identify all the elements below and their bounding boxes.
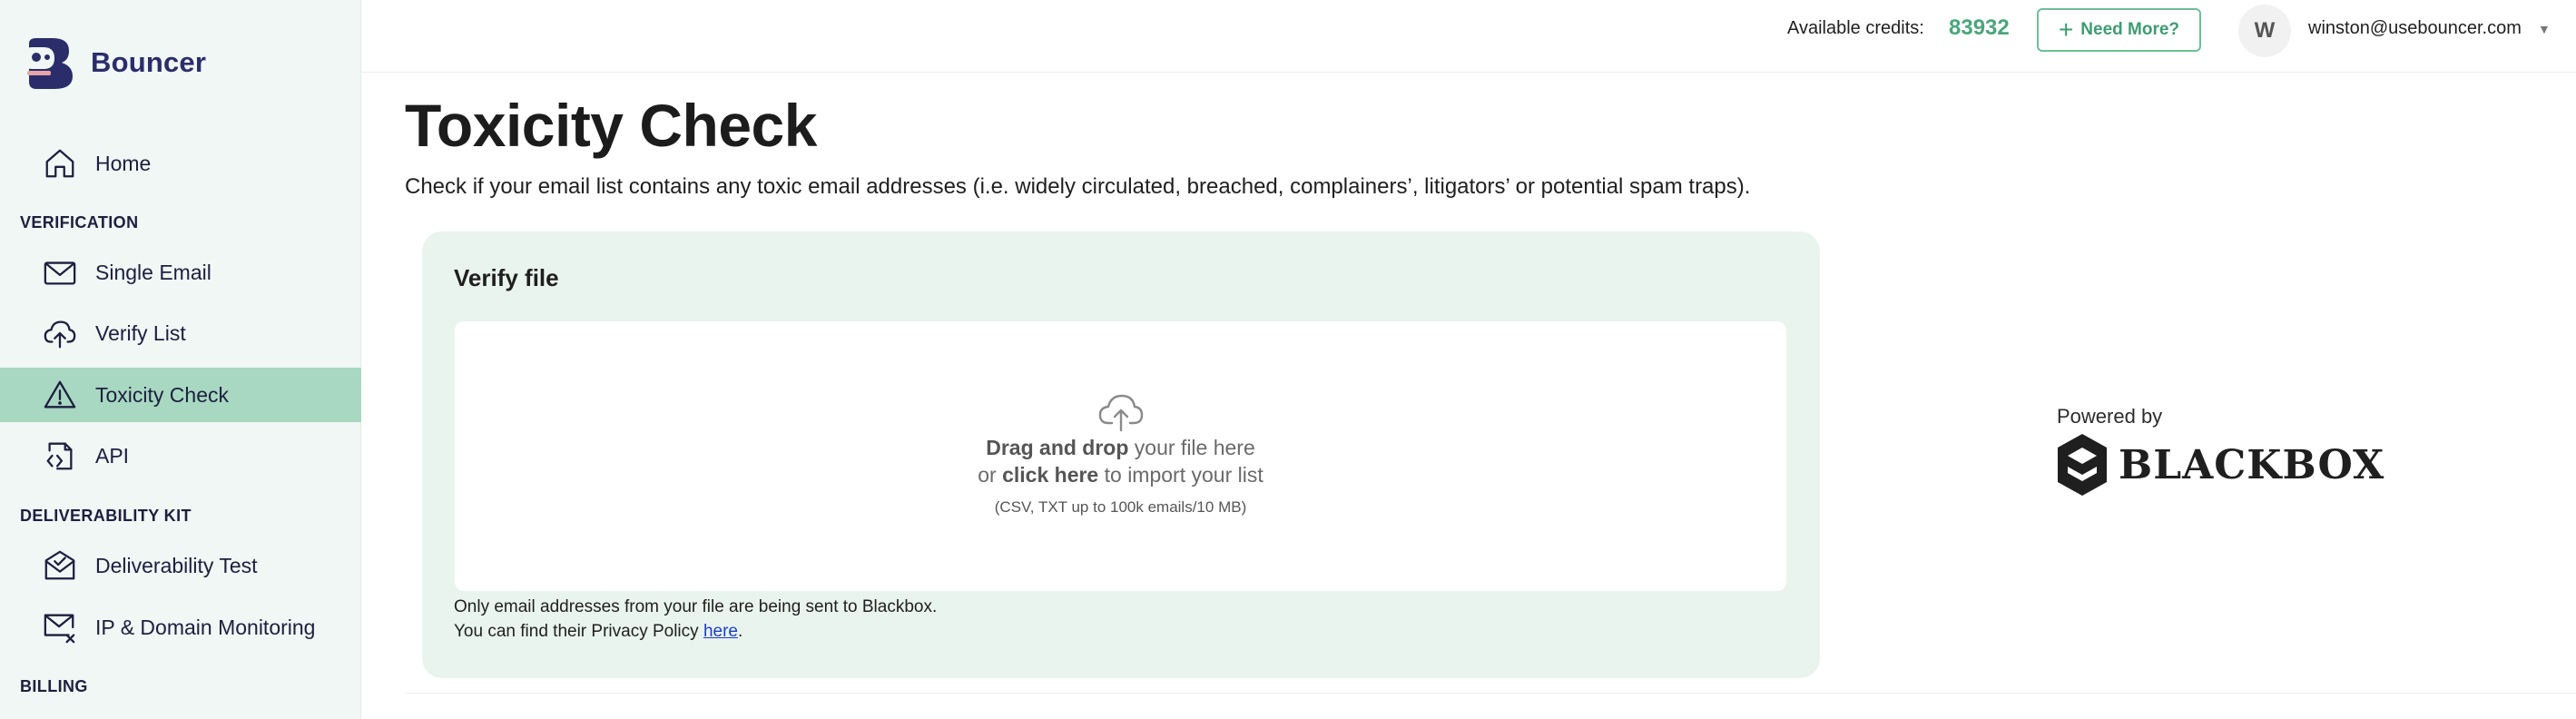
dropzone-line-2: or click here to import your list xyxy=(455,463,1786,488)
cloud-upload-icon xyxy=(42,315,78,351)
verify-file-card: Verify file Drag and drop your file here… xyxy=(422,231,1820,678)
sidebar-item-verify-list[interactable]: Verify List xyxy=(0,306,361,360)
dropzone-line-1: Drag and drop your file here xyxy=(455,436,1786,460)
sidebar-item-label: Home xyxy=(95,151,152,175)
api-file-icon xyxy=(42,438,78,474)
user-email[interactable]: winston@usebouncer.com xyxy=(2308,18,2522,39)
privacy-policy-link[interactable]: here xyxy=(703,622,738,641)
privacy-note-line-1: Only email addresses from your file are … xyxy=(454,597,938,616)
sidebar-item-label: IP & Domain Monitoring xyxy=(95,615,316,639)
click-here-text[interactable]: click here xyxy=(1002,463,1098,487)
powered-by-label: Powered by xyxy=(2057,405,2163,428)
sidebar-item-deliverability-test[interactable]: Deliverability Test xyxy=(0,538,361,593)
section-billing: BILLING xyxy=(20,677,88,695)
file-limits-note: (CSV, TXT up to 100k emails/10 MB) xyxy=(994,498,1247,516)
brand[interactable]: Bouncer xyxy=(22,34,206,91)
cloud-upload-icon xyxy=(1098,394,1144,432)
sidebar-item-api[interactable]: API xyxy=(0,428,361,483)
chevron-down-icon[interactable]: ▼ xyxy=(2538,22,2551,36)
mail-icon xyxy=(42,254,78,291)
credits-label: Available credits: xyxy=(1787,18,1924,38)
click-prefix: or xyxy=(978,463,1003,487)
drop-rest-text: your file here xyxy=(1128,436,1255,459)
page-description: Check if your email list contains any to… xyxy=(405,174,1751,199)
warning-triangle-icon xyxy=(42,377,78,413)
sidebar-item-toxicity-check[interactable]: Toxicity Check xyxy=(0,368,361,422)
card-title: Verify file xyxy=(454,264,559,291)
file-dropzone[interactable]: Drag and drop your file here or click he… xyxy=(455,321,1786,591)
bouncer-logo-icon xyxy=(24,38,73,89)
need-more-label: Need More? xyxy=(2080,20,2180,39)
blackbox-logo: BLACKBOX xyxy=(2055,432,2384,497)
need-more-button[interactable]: + Need More? xyxy=(2037,8,2201,52)
page-title: Toxicity Check xyxy=(405,92,817,159)
sidebar-item-label: Verify List xyxy=(95,320,186,345)
mail-x-icon xyxy=(42,609,78,645)
brand-name: Bouncer xyxy=(91,46,207,78)
home-icon xyxy=(42,145,78,182)
blackbox-wordmark: BLACKBOX xyxy=(2119,441,2385,488)
section-deliverability-kit: DELIVERABILITY KIT xyxy=(20,507,192,525)
sidebar-item-label: Single Email xyxy=(95,260,211,284)
plus-icon: + xyxy=(2058,15,2074,44)
privacy-note-line-2: You can find their Privacy Policy here. xyxy=(454,622,742,642)
privacy-prefix: You can find their Privacy Policy xyxy=(454,622,703,641)
click-rest-text: to import your list xyxy=(1098,463,1263,487)
avatar-initial: W xyxy=(2254,18,2276,43)
mail-check-icon xyxy=(42,547,78,584)
sidebar-item-home[interactable]: Home xyxy=(0,136,361,191)
sidebar-item-label: Toxicity Check xyxy=(95,382,229,407)
divider xyxy=(405,693,2576,694)
drag-drop-text: Drag and drop xyxy=(986,436,1129,459)
sidebar: Bouncer Home VERIFICATION Single Email V… xyxy=(0,0,361,719)
sidebar-item-label: Deliverability Test xyxy=(95,553,258,577)
sidebar-item-label: API xyxy=(95,443,130,468)
sidebar-item-ip-domain-monitoring[interactable]: IP & Domain Monitoring xyxy=(0,600,361,655)
blackbox-hexagon-icon xyxy=(2058,434,2107,496)
privacy-suffix: . xyxy=(737,622,743,641)
section-verification: VERIFICATION xyxy=(20,213,139,231)
avatar[interactable]: W xyxy=(2238,5,2291,57)
sidebar-item-single-email[interactable]: Single Email xyxy=(0,245,361,300)
credits-value: 83932 xyxy=(1949,15,2010,40)
